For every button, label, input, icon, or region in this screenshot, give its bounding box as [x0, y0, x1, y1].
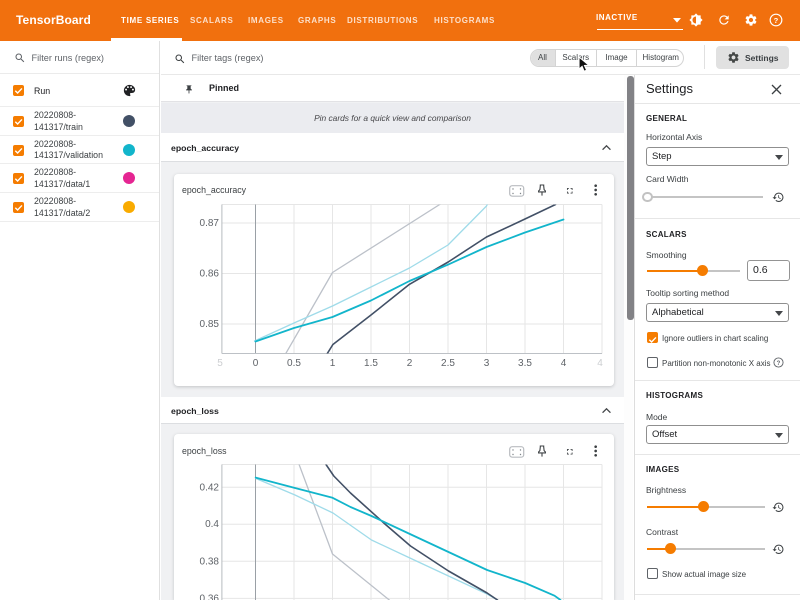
- svg-text:5: 5: [217, 358, 223, 369]
- svg-text:1.5: 1.5: [364, 358, 378, 369]
- svg-text:3.5: 3.5: [518, 358, 532, 369]
- svg-text:?: ?: [774, 16, 779, 25]
- svg-text:0.86: 0.86: [199, 269, 219, 280]
- svg-text:4: 4: [597, 358, 603, 369]
- svg-text:0: 0: [252, 358, 258, 369]
- svg-text:?: ?: [776, 360, 780, 366]
- svg-text:2: 2: [406, 358, 412, 369]
- svg-text:0.4: 0.4: [205, 519, 219, 530]
- svg-text:1: 1: [329, 358, 335, 369]
- svg-text:0.85: 0.85: [199, 319, 219, 330]
- svg-text:0.42: 0.42: [199, 482, 219, 493]
- svg-text:4: 4: [560, 358, 566, 369]
- svg-text:0.36: 0.36: [199, 593, 219, 600]
- svg-text:2.5: 2.5: [441, 358, 455, 369]
- svg-text:0.5: 0.5: [287, 358, 301, 369]
- svg-text:0.87: 0.87: [199, 218, 219, 229]
- svg-text:3: 3: [483, 358, 489, 369]
- svg-text:0.38: 0.38: [199, 556, 219, 567]
